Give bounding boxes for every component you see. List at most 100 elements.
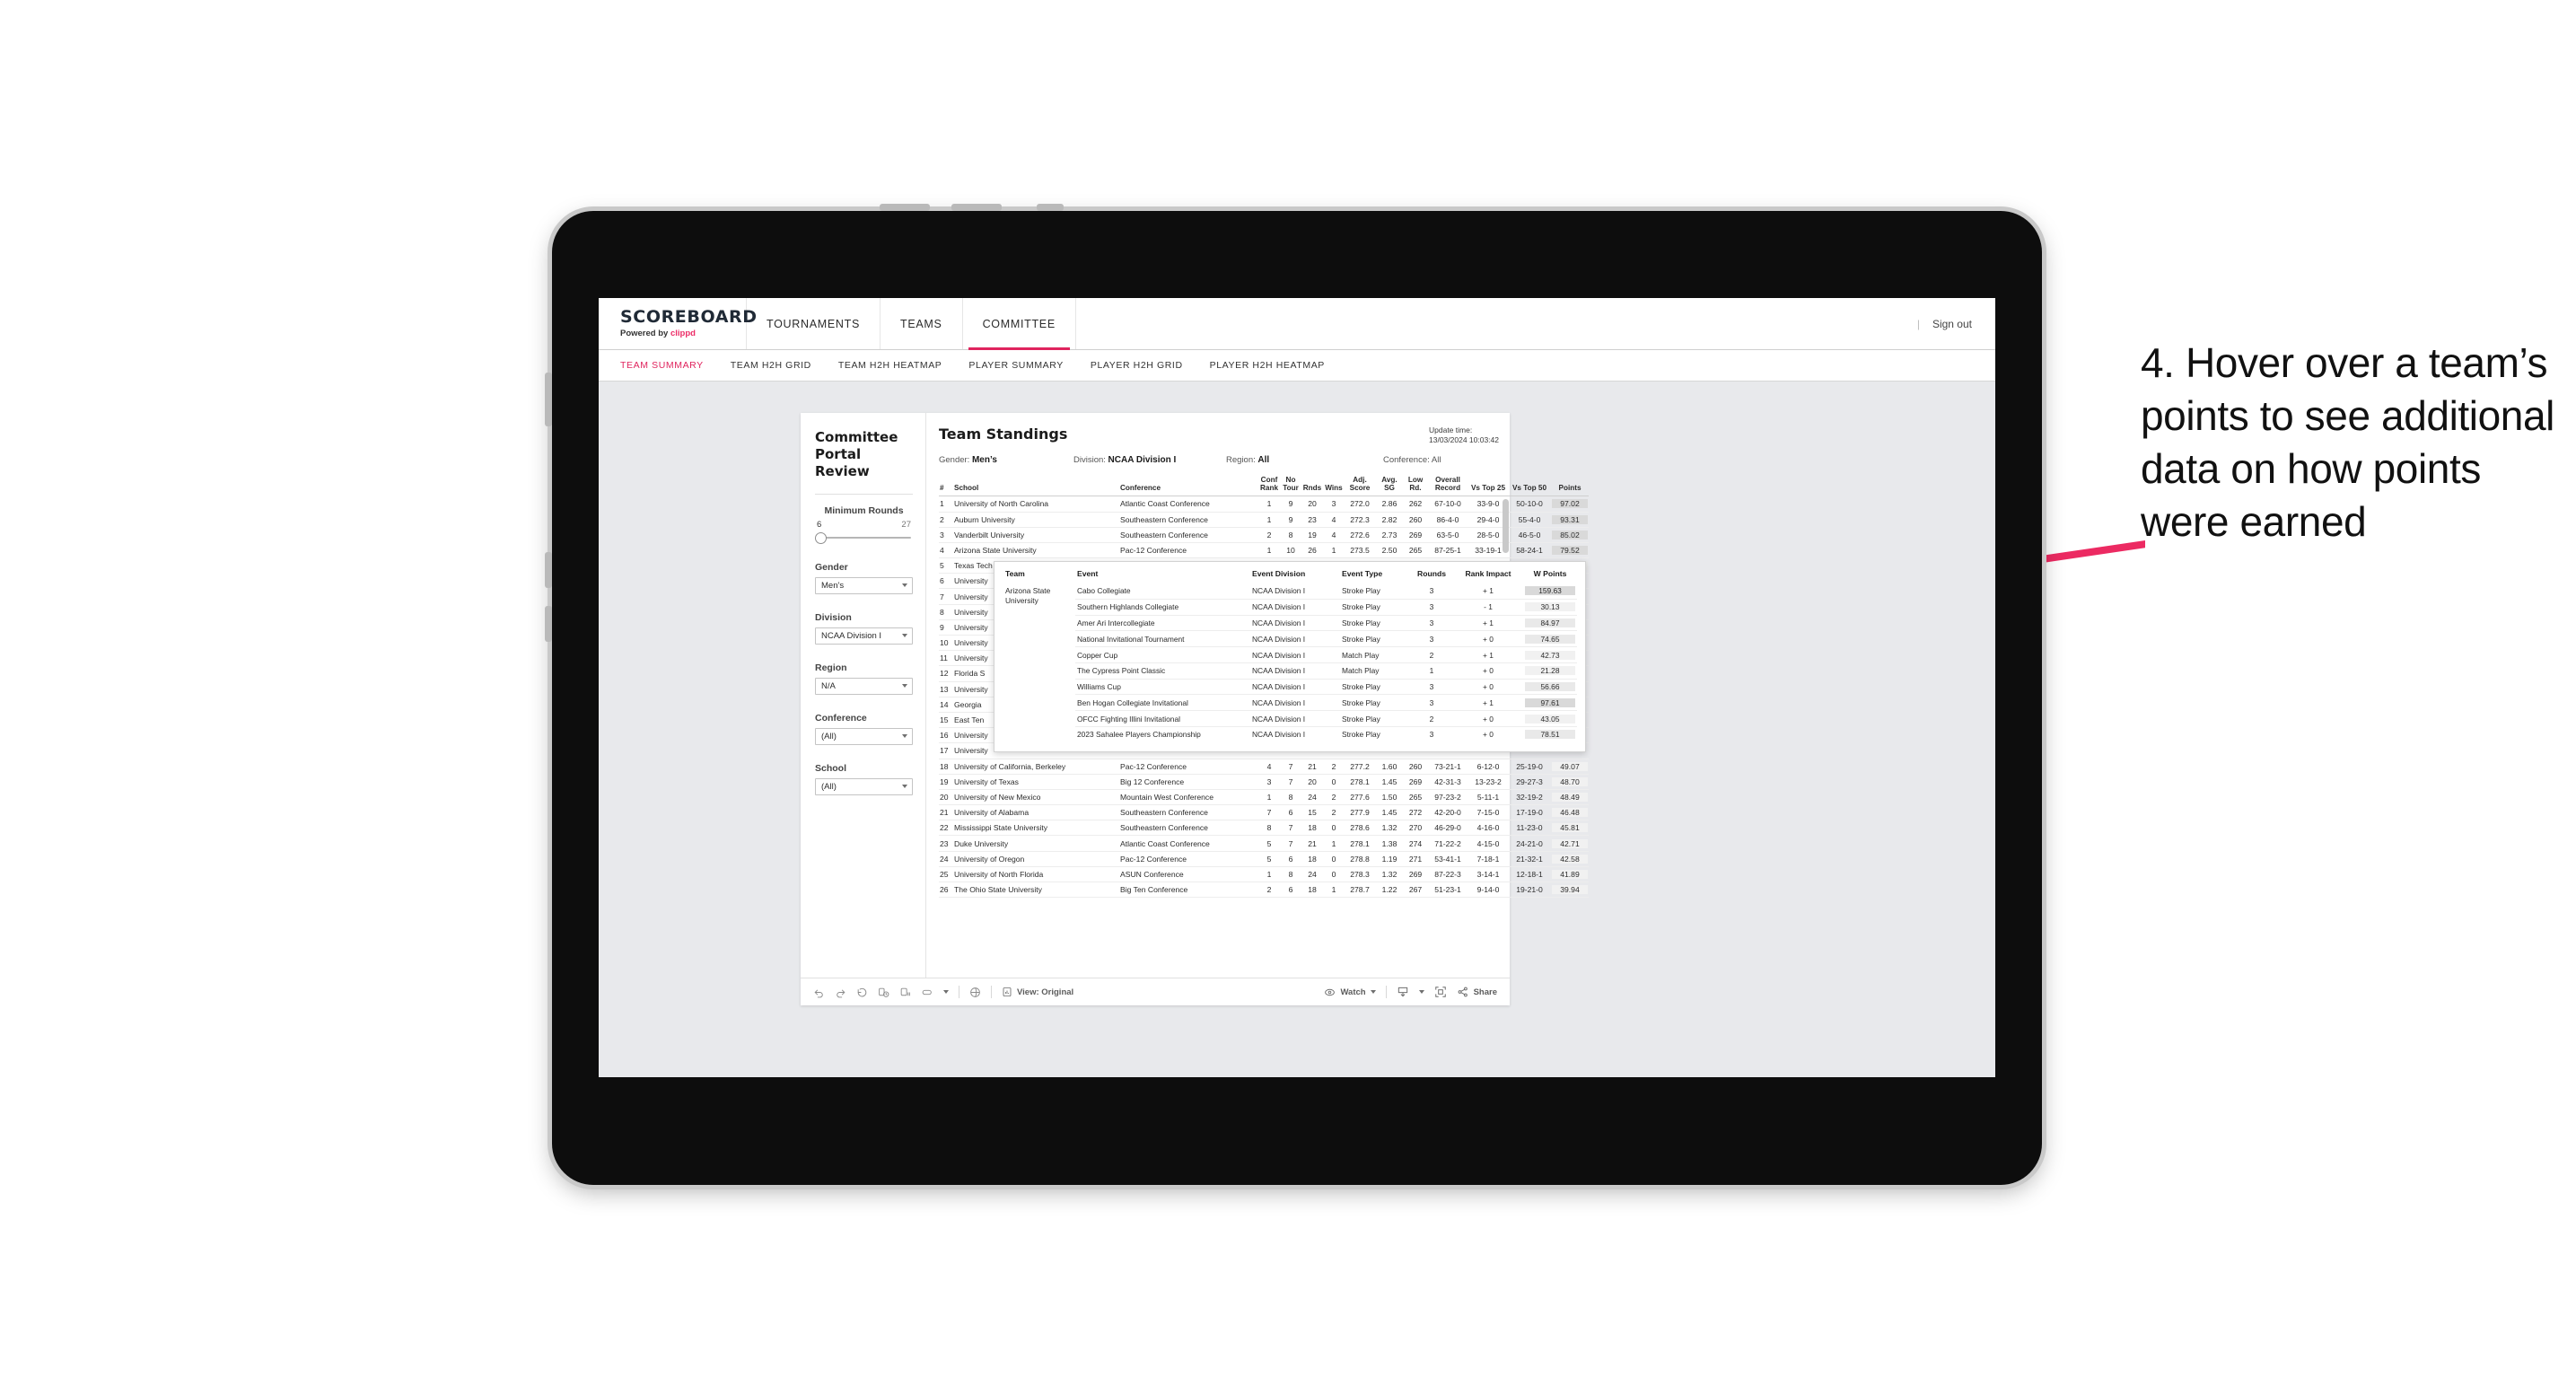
col-avg-sg[interactable]: Avg. SG <box>1375 476 1404 496</box>
cell-points[interactable]: 48.70 <box>1551 774 1589 790</box>
cell-points[interactable]: 45.81 <box>1551 820 1589 837</box>
minimum-rounds-slider[interactable] <box>815 531 913 544</box>
filter-gender: Gender Men’s <box>815 562 913 594</box>
region-select[interactable]: N/A <box>815 677 913 695</box>
table-row[interactable]: 1 University of North Carolina Atlantic Co… <box>939 496 1589 513</box>
cell-wins: 0 <box>1323 820 1345 837</box>
tab-team-h2h-grid[interactable]: TEAM H2H GRID <box>731 360 811 371</box>
col-adj-score[interactable]: Adj. Score <box>1345 476 1375 496</box>
tooltip-cell-type: Stroke Play <box>1340 598 1410 616</box>
conference-select[interactable]: (All) <box>815 727 913 745</box>
school-select[interactable]: (All) <box>815 777 913 795</box>
table-row[interactable]: 24 University of Oregon Pac-12 Conference 5… <box>939 851 1589 867</box>
cell-points[interactable]: 79.52 <box>1551 542 1589 559</box>
tab-player-summary[interactable]: PLAYER SUMMARY <box>968 360 1063 371</box>
tooltip-w-points-value: 42.73 <box>1525 650 1575 660</box>
cell-rank: 26 <box>939 882 953 899</box>
cell-points[interactable]: 39.94 <box>1551 882 1589 899</box>
col-rnds[interactable]: Rnds <box>1301 476 1323 496</box>
col-conference[interactable]: Conference <box>1119 476 1258 496</box>
watch-chevron-down-icon[interactable] <box>1370 990 1376 994</box>
cell-overall-record: 87-25-1 <box>1427 542 1468 559</box>
brand-subtitle: Powered by clippd <box>620 329 746 338</box>
tablet-button-side-1 <box>545 373 552 426</box>
tab-player-h2h-grid[interactable]: PLAYER H2H GRID <box>1091 360 1183 371</box>
view-original-button[interactable]: View: Original <box>1002 987 1073 997</box>
pause-auto-updates-icon[interactable] <box>899 987 911 998</box>
watch-button[interactable]: Watch <box>1324 987 1376 998</box>
table-row[interactable]: 19 University of Texas Big 12 Conference 3 7… <box>939 774 1589 790</box>
cell-wins: 4 <box>1323 512 1345 528</box>
slider-handle[interactable] <box>815 531 827 544</box>
cell-points[interactable]: 97.02 <box>1551 496 1589 513</box>
col-rank[interactable]: # <box>939 476 953 496</box>
cell-points[interactable]: 48.49 <box>1551 789 1589 806</box>
download-icon[interactable] <box>1397 986 1409 998</box>
table-row[interactable]: 21 University of Alabama Southeastern Conf… <box>939 804 1589 821</box>
tooltip-cell-type: Stroke Play <box>1340 630 1410 647</box>
nav-item-teams[interactable]: TEAMS <box>881 298 963 349</box>
cell-adj-score: 272.3 <box>1345 512 1375 528</box>
highlight-icon[interactable] <box>969 987 981 998</box>
cell-points[interactable]: 42.58 <box>1551 851 1589 867</box>
zoom-dropdown-chevron-down-icon[interactable] <box>943 990 949 994</box>
cell-points[interactable]: 85.02 <box>1551 527 1589 543</box>
brand-logo[interactable]: SCOREBOARD Powered by clippd <box>599 298 757 349</box>
table-row[interactable]: 20 University of New Mexico Mountain West … <box>939 789 1589 806</box>
cell-points[interactable]: 46.48 <box>1551 804 1589 821</box>
gender-select[interactable]: Men’s <box>815 576 913 594</box>
table-vertical-scrollbar[interactable] <box>1503 499 1509 553</box>
cell-points[interactable]: 42.71 <box>1551 835 1589 852</box>
table-row[interactable]: 23 Duke University Atlantic Coast Conferen… <box>939 835 1589 852</box>
zoom-tool-icon[interactable] <box>921 987 933 998</box>
share-button[interactable]: Share <box>1457 986 1497 998</box>
minimum-rounds-label: Minimum Rounds <box>824 504 904 516</box>
sign-out-area[interactable]: | Sign out <box>1917 298 1995 349</box>
cell-no-tour: 7 <box>1280 835 1301 852</box>
refresh-icon[interactable] <box>878 987 889 998</box>
tooltip-cell-division: NCAA Division I <box>1250 614 1340 631</box>
revert-icon[interactable] <box>856 987 868 998</box>
fullscreen-icon[interactable] <box>1434 986 1447 998</box>
table-row[interactable]: 22 Mississippi State University Southeaste… <box>939 820 1589 837</box>
cell-points[interactable]: 49.07 <box>1551 759 1589 775</box>
cell-points[interactable]: 41.89 <box>1551 866 1589 883</box>
col-low-rd[interactable]: Low Rd. <box>1404 476 1427 496</box>
minimum-rounds-max: 27 <box>901 519 911 530</box>
col-no-tour[interactable]: No Tour <box>1280 476 1301 496</box>
col-wins[interactable]: Wins <box>1323 476 1345 496</box>
col-school[interactable]: School <box>953 476 1119 496</box>
table-row[interactable]: 4 Arizona State University Pac-12 Conferen… <box>939 542 1589 559</box>
cell-vs-top-50: 58-24-1 <box>1508 542 1551 559</box>
undo-icon[interactable] <box>813 987 825 998</box>
points-value: 48.49 <box>1552 792 1588 802</box>
tab-player-h2h-heatmap[interactable]: PLAYER H2H HEATMAP <box>1210 360 1325 371</box>
nav-item-committee[interactable]: COMMITTEE <box>963 298 1076 350</box>
table-row[interactable]: 3 Vanderbilt University Southeastern Confe… <box>939 527 1589 543</box>
cell-vs-top-25: 5-11-1 <box>1468 789 1508 806</box>
tooltip-w-points-value: 56.66 <box>1525 682 1575 692</box>
col-overall-record[interactable]: Overall Record <box>1427 476 1468 496</box>
download-chevron-down-icon[interactable] <box>1418 990 1424 994</box>
tab-team-h2h-heatmap[interactable]: TEAM H2H HEATMAP <box>838 360 942 371</box>
col-conf-rank[interactable]: Conf Rank <box>1258 476 1280 496</box>
cell-school: University of California, Berkeley <box>953 759 1119 775</box>
cell-conf-rank: 7 <box>1258 804 1280 821</box>
nav-item-tournaments[interactable]: TOURNAMENTS <box>747 298 881 349</box>
cell-adj-score: 278.7 <box>1345 882 1375 899</box>
tooltip-w-points-value: 97.61 <box>1525 697 1575 707</box>
table-row[interactable]: 26 The Ohio State University Big Ten Confe… <box>939 882 1589 899</box>
col-vs-top-50[interactable]: Vs Top 50 <box>1508 476 1551 496</box>
table-row[interactable]: 2 Auburn University Southeastern Conferenc… <box>939 512 1589 528</box>
table-row[interactable]: 18 University of California, Berkeley Pac-… <box>939 759 1589 775</box>
table-row[interactable]: 25 University of North Florida ASUN Confer… <box>939 866 1589 883</box>
viz-toolbar: View: Original Watch Share <box>801 978 1510 1005</box>
toolbar-separator-3 <box>1385 986 1387 998</box>
col-points[interactable]: Points <box>1551 476 1589 496</box>
redo-icon[interactable] <box>835 987 846 998</box>
tab-team-summary[interactable]: TEAM SUMMARY <box>620 360 704 371</box>
division-select[interactable]: NCAA Division I <box>815 627 913 645</box>
col-vs-top-25[interactable]: Vs Top 25 <box>1468 476 1508 496</box>
sign-out-link[interactable]: Sign out <box>1932 318 1972 330</box>
cell-points[interactable]: 93.31 <box>1551 512 1589 528</box>
